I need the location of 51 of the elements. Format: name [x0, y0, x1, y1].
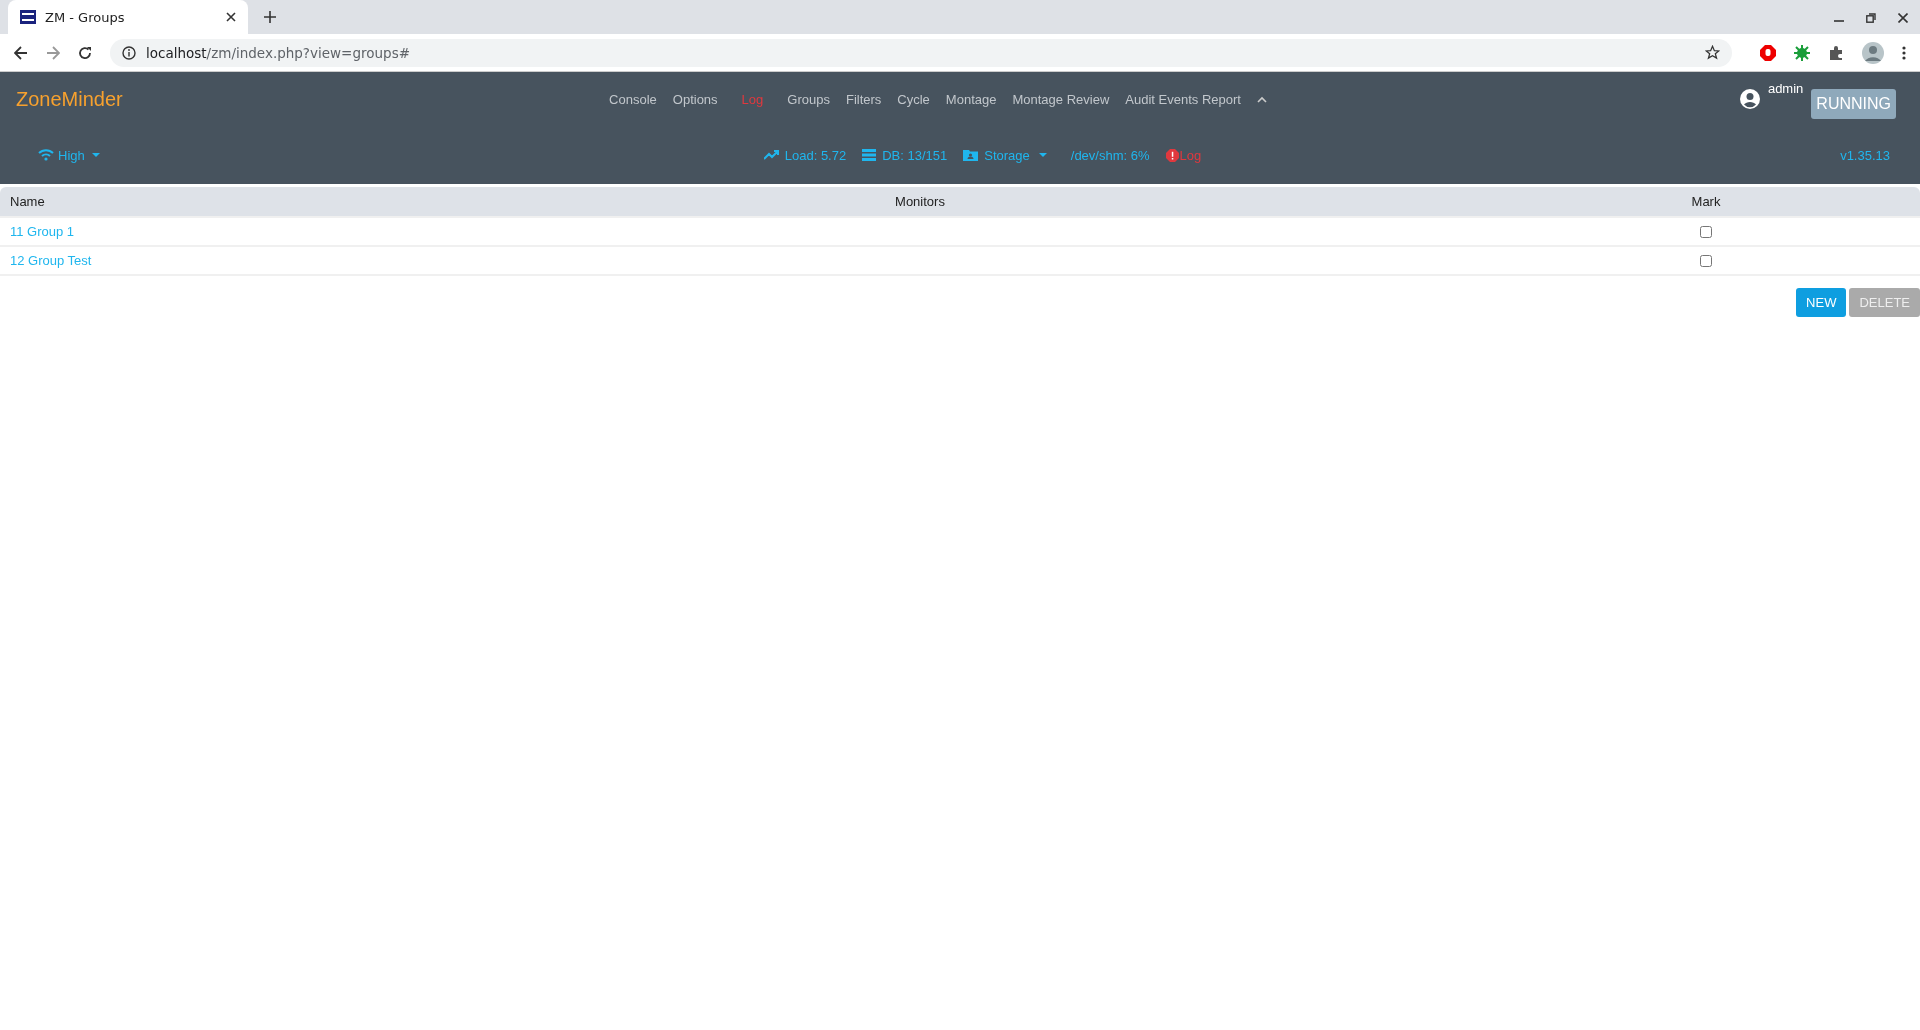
log-link[interactable]: Log — [1165, 147, 1202, 163]
close-icon[interactable] — [1898, 13, 1908, 23]
collapse-icon[interactable] — [1256, 95, 1267, 103]
nav-link[interactable]: Options — [672, 91, 718, 107]
tab-title: ZM - Groups — [45, 9, 126, 25]
nav-link[interactable]: Montage — [945, 91, 997, 107]
nav-link[interactable]: Audit Events Report — [1125, 91, 1241, 107]
stat-link[interactable]: DB: 13/151 — [862, 147, 948, 163]
status-button[interactable]: RUNNING — [1811, 89, 1896, 119]
column-header: Mark — [1691, 194, 1721, 209]
wifi-icon — [38, 149, 54, 161]
nav-link[interactable]: Groups — [787, 91, 830, 107]
version-text: v1.35.13 — [1840, 147, 1890, 163]
storage-dropdown[interactable]: Storage — [963, 147, 1047, 163]
column-header: Monitors — [895, 194, 945, 209]
error-icon — [1165, 148, 1179, 162]
stat-link[interactable]: /dev/shm: 6% — [1070, 147, 1150, 163]
restore-icon[interactable] — [1866, 13, 1876, 23]
browser-tab[interactable]: ZM - Groups — [8, 0, 248, 34]
address-bar[interactable]: localhost/zm/index.php?view=groups# — [110, 38, 1732, 67]
back-icon[interactable] — [14, 45, 28, 60]
mark-checkbox[interactable] — [1700, 254, 1712, 267]
folder-icon — [963, 149, 979, 161]
close-icon[interactable] — [226, 12, 236, 22]
info-icon — [122, 45, 136, 60]
mark-checkbox[interactable] — [1700, 225, 1712, 238]
nav-link[interactable]: Log — [741, 91, 764, 107]
menu-icon[interactable] — [1902, 45, 1906, 60]
url-text: localhost/zm/index.php?view=groups# — [146, 44, 410, 61]
nav-link[interactable]: Montage Review — [1012, 91, 1110, 107]
logo-icon — [20, 10, 36, 24]
group-link[interactable]: 12 Group Test — [10, 253, 92, 268]
column-header: Name — [9, 194, 45, 209]
reload-icon[interactable] — [78, 45, 92, 60]
nav-link[interactable]: Cycle — [897, 91, 930, 107]
nav-link[interactable]: Filters — [845, 91, 882, 107]
stat-link[interactable]: Load: 5.72 — [763, 147, 847, 163]
new-tab-icon[interactable] — [264, 11, 276, 23]
avatar-icon[interactable] — [1862, 41, 1884, 64]
trend-icon — [763, 150, 779, 160]
forward-icon[interactable] — [46, 45, 60, 60]
nav-link[interactable]: Console — [609, 91, 657, 107]
bandwidth-dropdown[interactable]: High — [38, 147, 100, 163]
puzzle-icon[interactable] — [1828, 44, 1844, 61]
action-button[interactable]: NEW — [1796, 288, 1847, 317]
group-link[interactable]: 11 Group 1 — [10, 224, 75, 239]
brand-link[interactable]: ZoneMinder — [16, 87, 123, 111]
user-name: admin — [1767, 81, 1804, 96]
user-icon — [1739, 89, 1760, 109]
list-icon — [862, 149, 877, 161]
bookmark-star-icon[interactable] — [1705, 45, 1720, 60]
